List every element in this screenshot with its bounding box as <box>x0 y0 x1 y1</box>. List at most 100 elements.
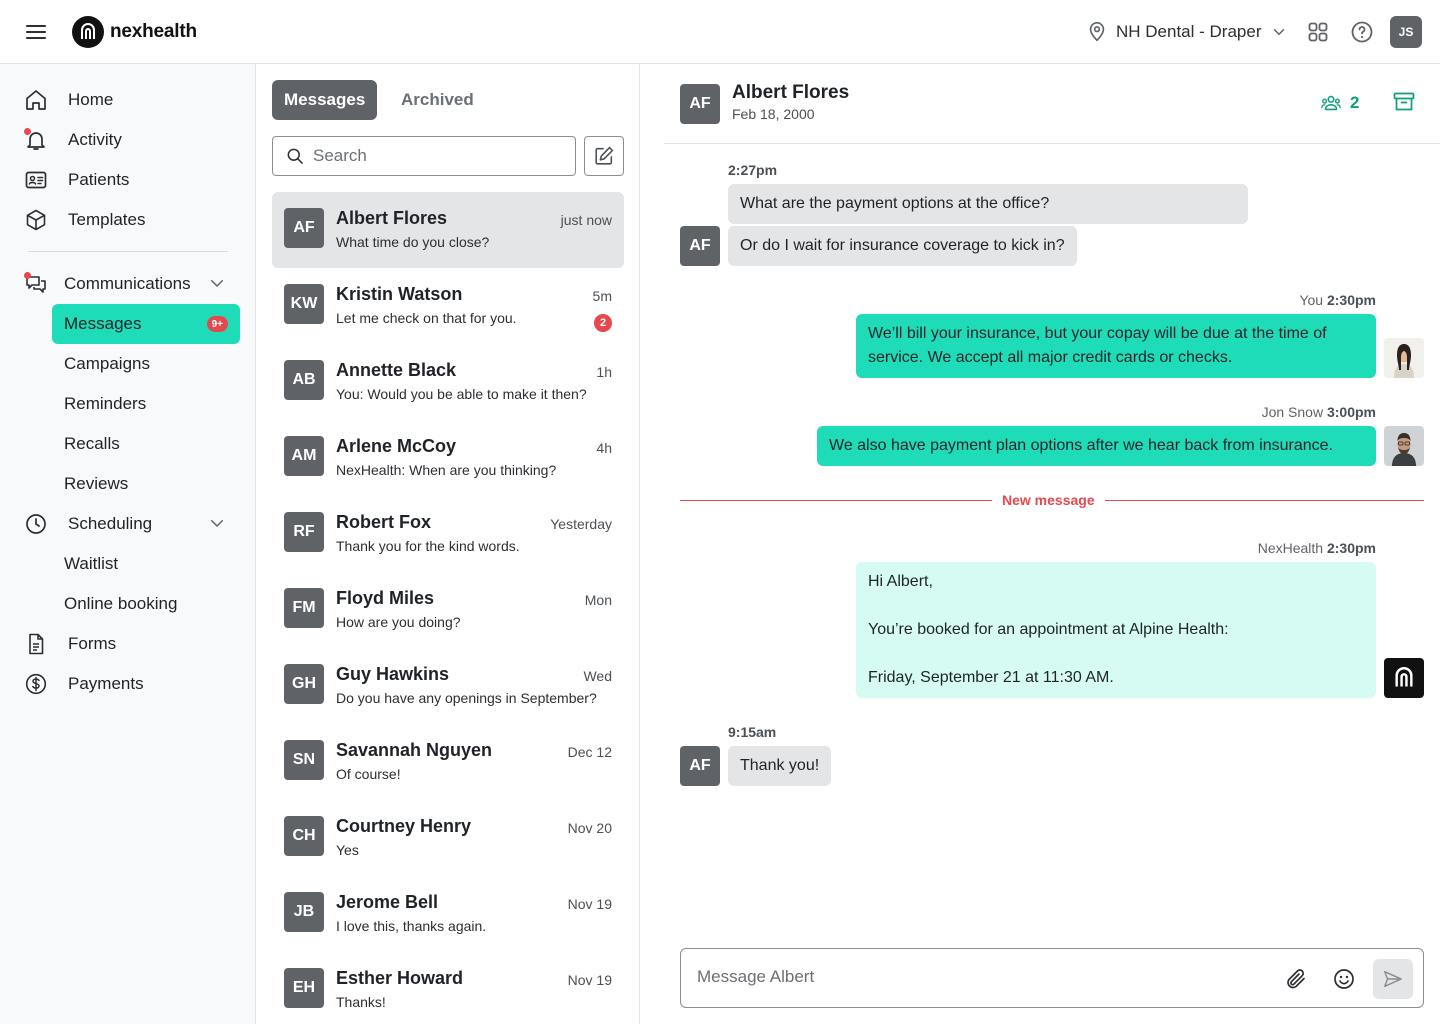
contact-name: Guy Hawkins <box>336 664 450 684</box>
participants-count: 2 <box>1350 93 1360 112</box>
sidebar-item-activity[interactable]: Activity <box>24 120 240 160</box>
conversation-item[interactable]: AB Annette Black You: Would you be able … <box>272 344 624 420</box>
sidebar-item-label: Activity <box>68 130 122 149</box>
conversation-item[interactable]: JB Jerome Bell I love this, thanks again… <box>272 876 624 952</box>
timestamp: Wed <box>583 668 612 684</box>
chat-header: AF Albert Flores Feb 18, 2000 2 <box>664 64 1440 144</box>
chat-bubbles-icon <box>24 272 48 296</box>
help-icon[interactable] <box>1350 20 1374 44</box>
sidebar-item-patients[interactable]: Patients <box>24 160 240 200</box>
avatar: AF <box>680 84 720 124</box>
automated-message: Hi Albert, You’re booked for an appointm… <box>856 562 1376 698</box>
search-input[interactable] <box>313 146 563 166</box>
conversation-item[interactable]: SN Savannah Nguyen Of course! Dec 12 <box>272 724 624 800</box>
unread-badge: 2 <box>594 314 612 332</box>
timestamp: Mon <box>584 592 612 608</box>
avatar: SN <box>284 740 324 780</box>
timestamp: Nov 19 <box>567 896 612 912</box>
incoming-message: What are the payment options at the offi… <box>728 184 1248 224</box>
notification-dot <box>24 272 31 279</box>
contact-name: Floyd Miles <box>336 588 435 608</box>
contact-name: Kristin Watson <box>336 284 463 304</box>
sidebar-item-campaigns[interactable]: Campaigns <box>52 344 240 384</box>
paperclip-icon[interactable] <box>1284 967 1308 991</box>
contact-name: Arlene McCoy <box>336 436 457 456</box>
avatar: AM <box>284 436 324 476</box>
home-icon <box>24 88 48 112</box>
sidebar-item-home[interactable]: Home <box>24 80 240 120</box>
sidebar-item-label: Campaigns <box>64 354 150 373</box>
id-card-icon <box>24 168 48 192</box>
conversation-item[interactable]: KW Kristin Watson Let me check on that f… <box>272 268 624 344</box>
avatar: AB <box>284 360 324 400</box>
sidebar-item-label: Payments <box>68 674 144 693</box>
message-preview: Thanks! <box>336 994 386 1010</box>
sidebar-item-reviews[interactable]: Reviews <box>52 464 240 504</box>
conversation-item[interactable]: RF Robert Fox Thank you for the kind wor… <box>272 496 624 572</box>
nexhealth-logo-icon <box>1384 658 1424 698</box>
conversation-item[interactable]: EH Esther Howard Thanks! Nov 19 <box>272 952 624 1024</box>
sidebar-item-online-booking[interactable]: Online booking <box>52 584 240 624</box>
tab-archived[interactable]: Archived <box>389 80 486 120</box>
sidebar-item-scheduling[interactable]: Scheduling <box>24 504 240 544</box>
avatar: AF <box>284 208 324 248</box>
sidebar-item-label: Templates <box>68 210 146 229</box>
sidebar-item-payments[interactable]: Payments <box>24 664 240 704</box>
message-preview: Thank you for the kind words. <box>336 538 520 554</box>
sidebar-item-templates[interactable]: Templates <box>24 200 240 240</box>
sidebar-item-messages[interactable]: Messages 9+ <box>52 304 240 344</box>
avatar: AF <box>680 226 720 266</box>
conversation-item[interactable]: AM Arlene McCoy NexHealth: When are you … <box>272 420 624 496</box>
menu-icon[interactable] <box>24 20 48 44</box>
sidebar-item-waitlist[interactable]: Waitlist <box>52 544 240 584</box>
clock-icon <box>24 512 48 536</box>
send-icon <box>1384 970 1402 988</box>
send-button[interactable] <box>1373 959 1413 999</box>
sidebar-item-reminders[interactable]: Reminders <box>52 384 240 424</box>
patient-name[interactable]: Albert Flores <box>732 82 849 104</box>
emoji-icon[interactable] <box>1332 967 1356 991</box>
sidebar-divider <box>28 251 228 252</box>
sidebar-item-label: Messages <box>64 314 142 333</box>
sidebar-item-label: Forms <box>68 634 117 653</box>
user-avatar[interactable]: JS <box>1390 16 1422 48</box>
message-preview: Yes <box>336 842 359 858</box>
search-box <box>272 136 576 176</box>
avatar: EH <box>284 968 324 1008</box>
archive-icon[interactable] <box>1392 90 1416 114</box>
logo[interactable]: nexhealth <box>72 16 197 48</box>
conversation-list-panel: Messages Archived AF Albert Flores What … <box>256 64 640 1024</box>
conversation-item[interactable]: FM Floyd Miles How are you doing? Mon <box>272 572 624 648</box>
avatar: CH <box>284 816 324 856</box>
sidebar-item-label: Waitlist <box>64 554 119 573</box>
contact-name: Courtney Henry <box>336 816 472 836</box>
patient-dob: Feb 18, 2000 <box>732 106 815 122</box>
sidebar-item-label: Communications <box>64 274 191 293</box>
sidebar-item-label: Reminders <box>64 394 147 413</box>
conversation-item[interactable]: CH Courtney Henry Yes Nov 20 <box>272 800 624 876</box>
message-input[interactable] <box>697 967 1257 987</box>
message-preview: Of course! <box>336 766 401 782</box>
sidebar-item-communications[interactable]: Communications <box>24 264 240 304</box>
sidebar-item-recalls[interactable]: Recalls <box>52 424 240 464</box>
avatar: KW <box>284 284 324 324</box>
compose-button[interactable] <box>584 136 624 176</box>
apps-grid-icon[interactable] <box>1306 20 1330 44</box>
nexhealth-logo-icon <box>72 16 104 48</box>
sidebar-item-forms[interactable]: Forms <box>24 624 240 664</box>
conversation-item[interactable]: GH Guy Hawkins Do you have any openings … <box>272 648 624 724</box>
location-selector[interactable]: NH Dental - Draper <box>1086 18 1288 46</box>
tab-messages[interactable]: Messages <box>272 80 378 120</box>
participants-button[interactable]: 2 <box>1320 92 1359 114</box>
sidebar-item-label: Online booking <box>64 594 178 613</box>
message-timestamp: 2:27pm <box>728 162 778 178</box>
search-icon <box>287 148 303 164</box>
timestamp: Dec 12 <box>567 744 612 760</box>
logo-text: nexhealth <box>110 21 197 42</box>
conversation-item[interactable]: AF Albert Flores What time do you close?… <box>272 192 624 268</box>
contact-name: Jerome Bell <box>336 892 439 912</box>
message-timestamp: 9:15am <box>728 724 777 740</box>
notification-dot <box>24 128 31 135</box>
incoming-message: Or do I wait for insurance coverage to k… <box>728 226 1077 266</box>
outgoing-message: We’ll bill your insurance, but your copa… <box>856 314 1376 378</box>
